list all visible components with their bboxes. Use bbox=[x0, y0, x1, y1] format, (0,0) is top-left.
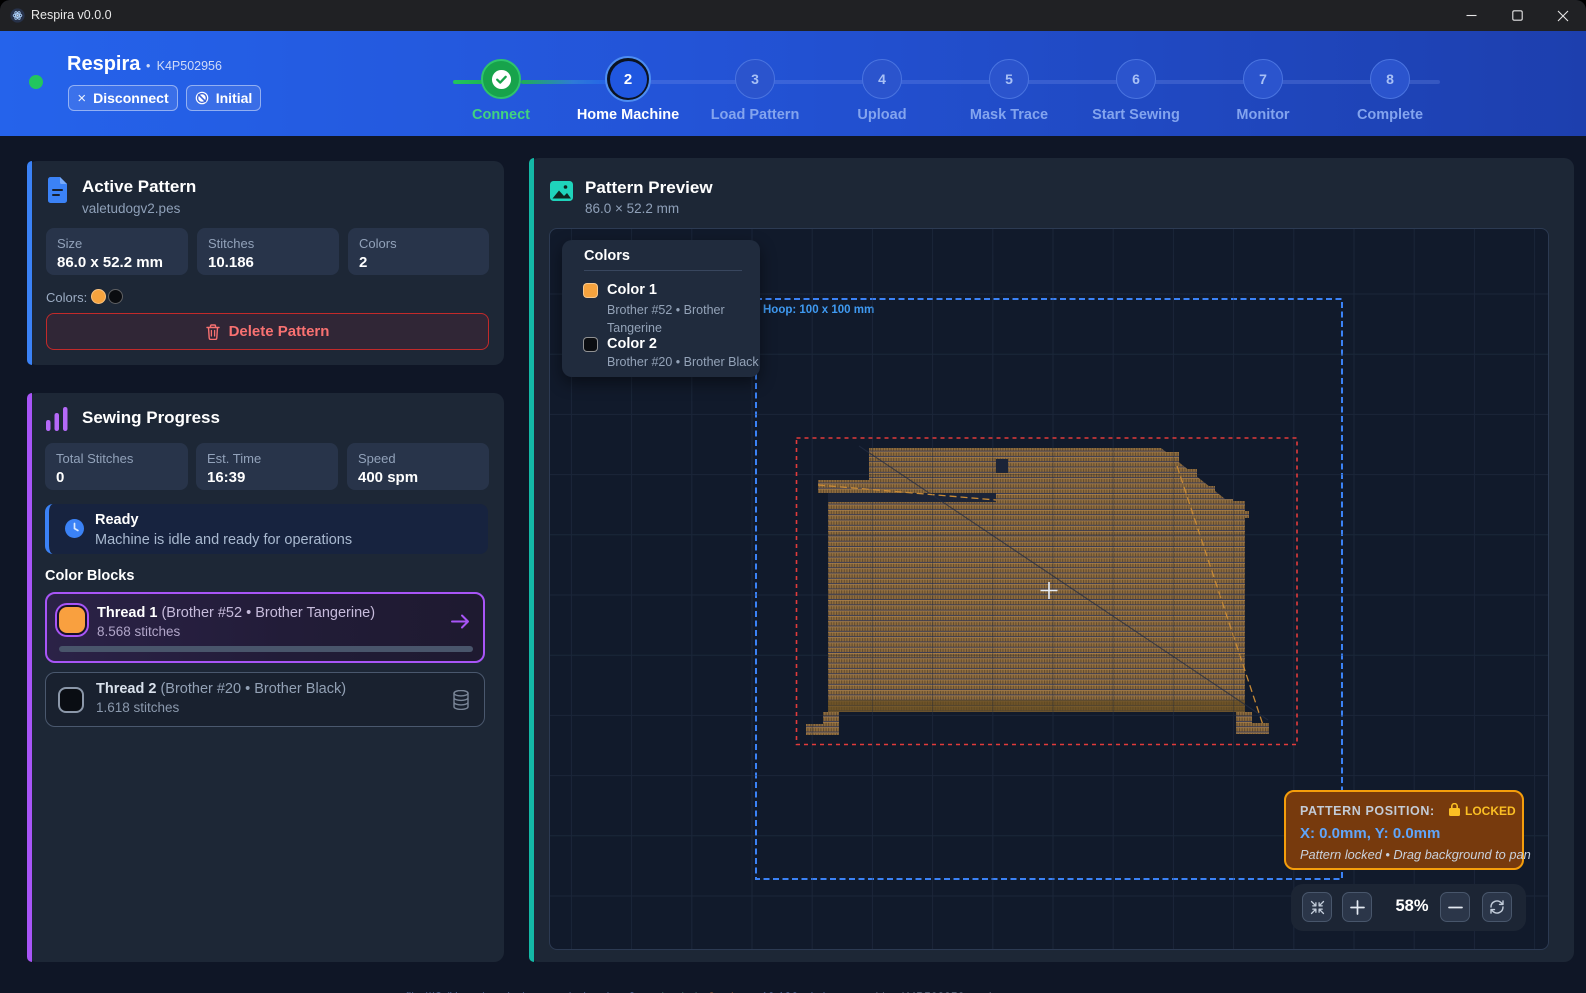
svg-text:Hoop: 100 x 100 mm: Hoop: 100 x 100 mm bbox=[763, 304, 874, 316]
